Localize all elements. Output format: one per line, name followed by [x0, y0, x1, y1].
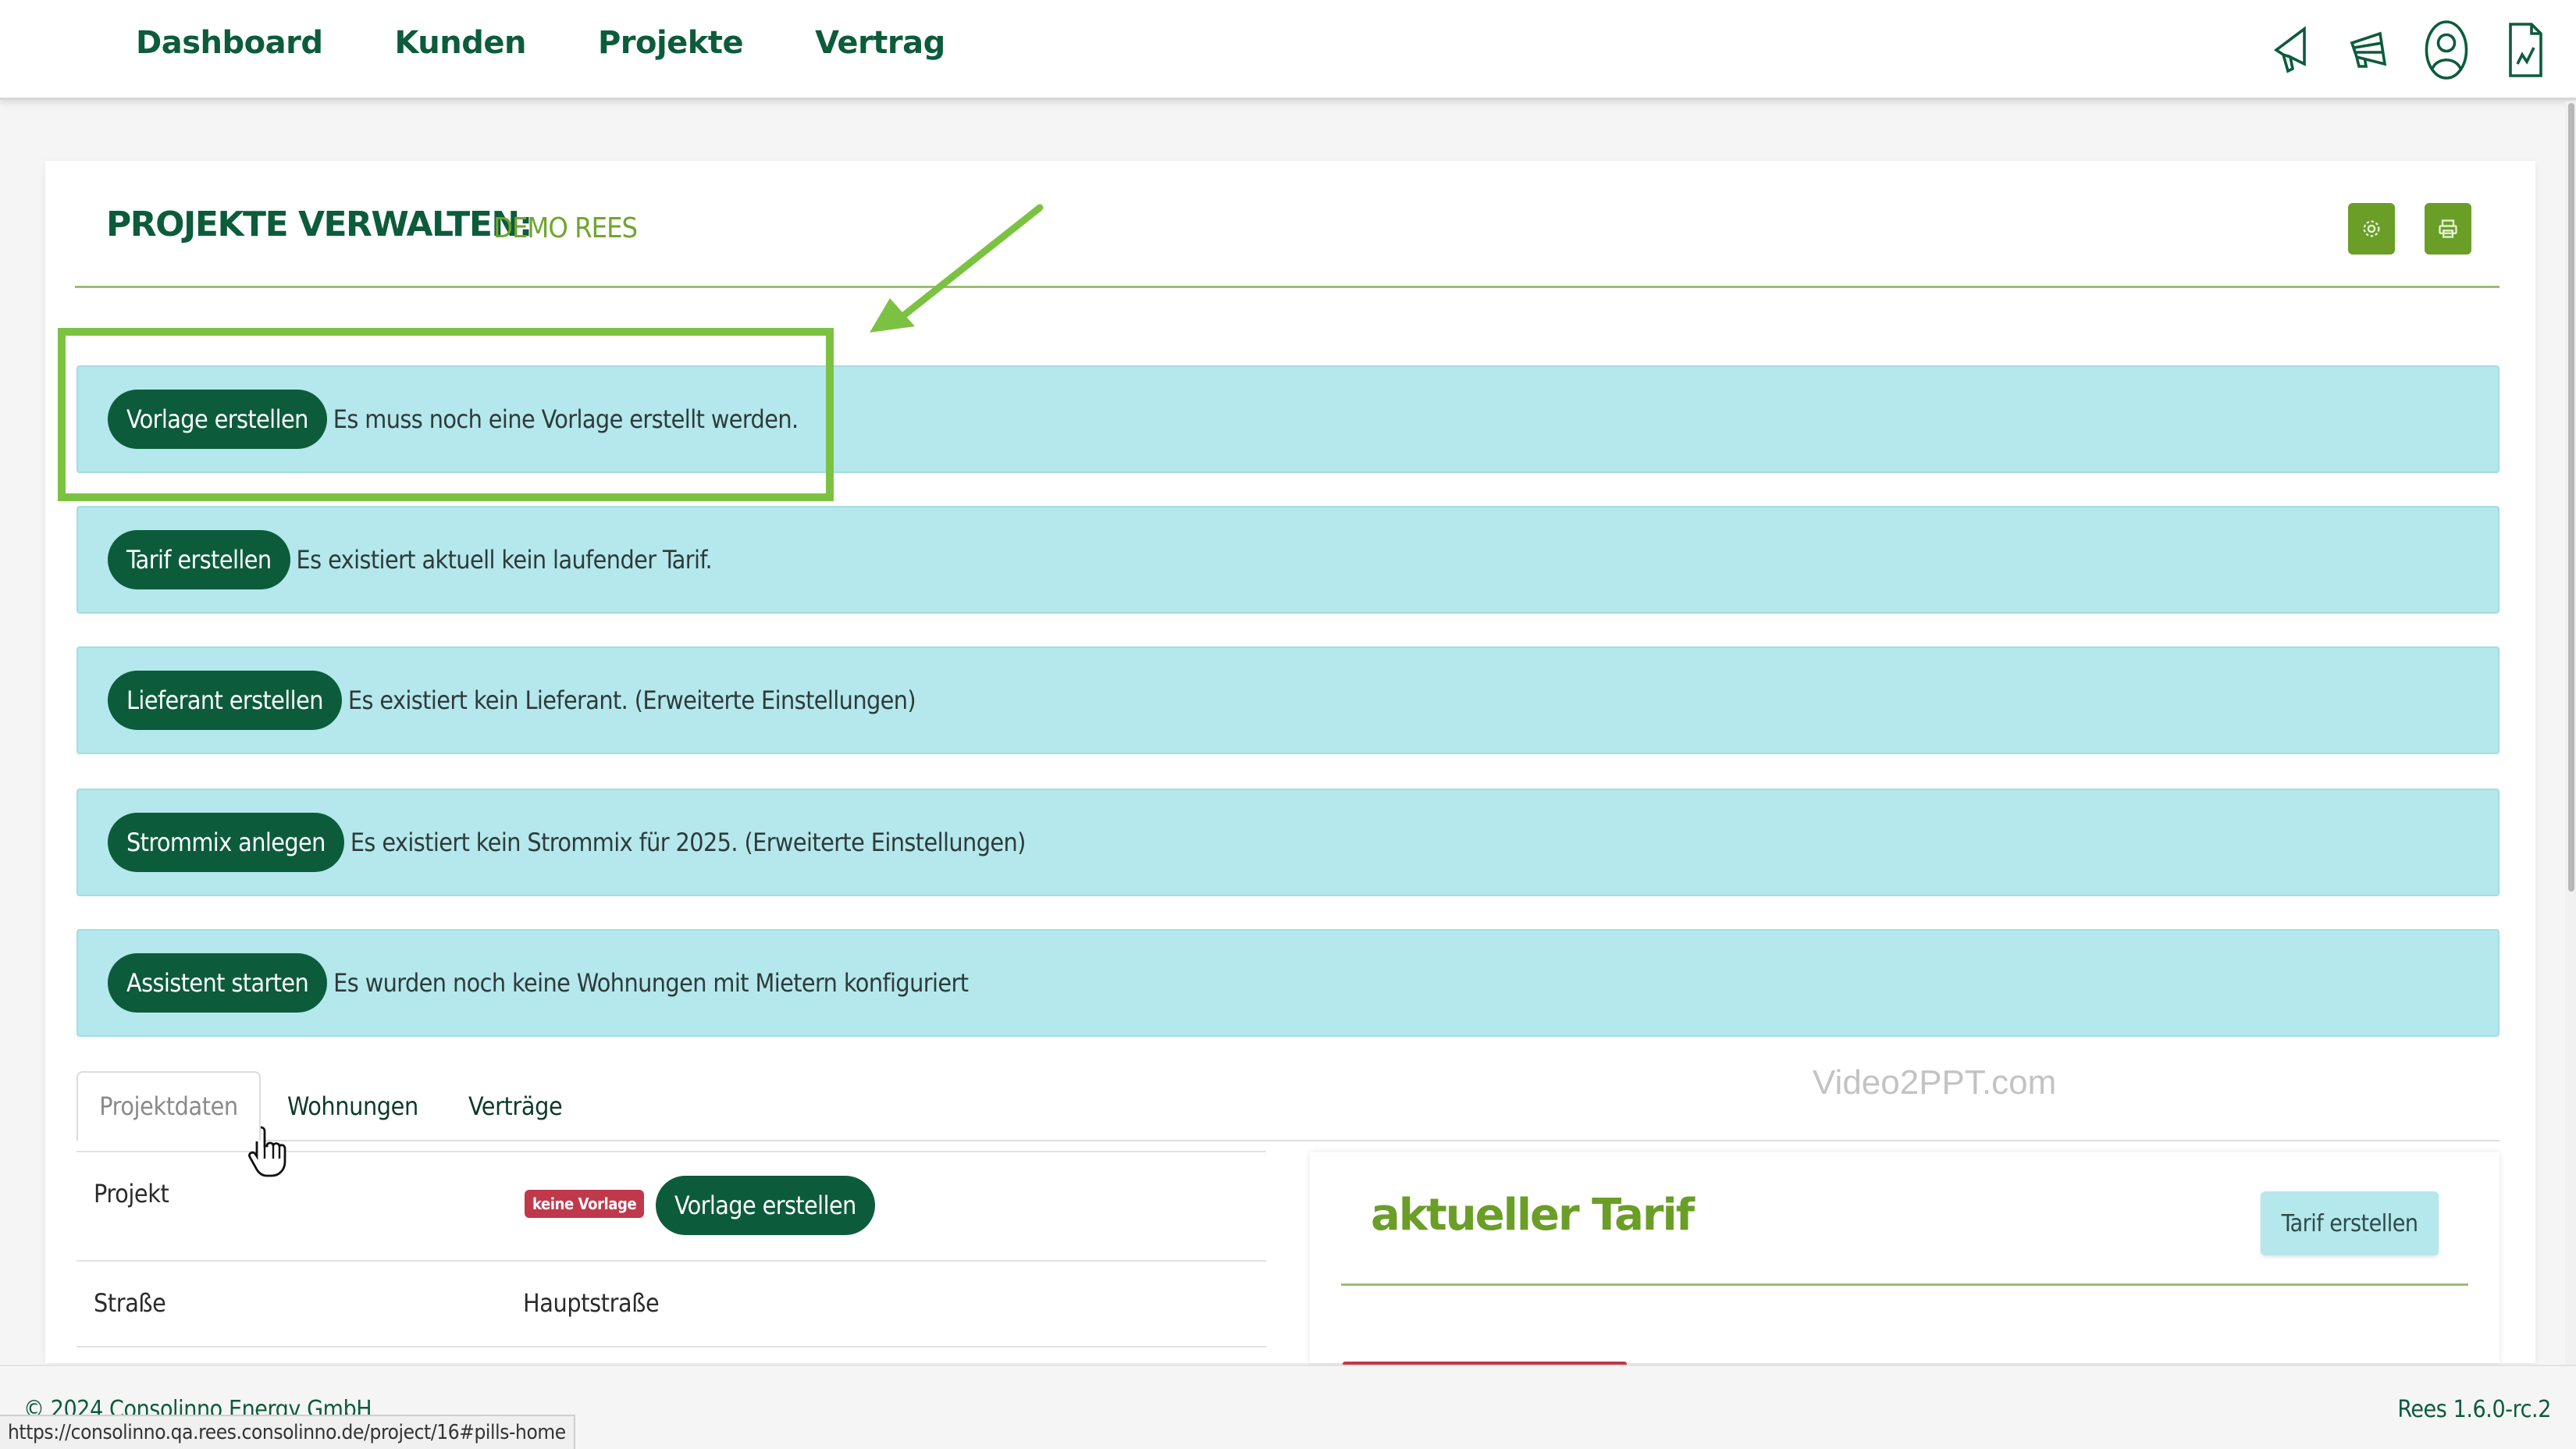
tab-projektdaten[interactable]: Projektdaten	[76, 1071, 261, 1141]
create-powermix-button[interactable]: Strommix anlegen	[108, 813, 344, 872]
alert-vorlage: Vorlage erstellen Es muss noch eine Vorl…	[76, 365, 2500, 473]
nav-projekte[interactable]: Projekte	[598, 25, 744, 61]
settings-button[interactable]	[2348, 203, 2395, 255]
document-icon[interactable]	[2501, 17, 2548, 83]
scrollbar-thumb[interactable]	[2568, 103, 2574, 892]
print-icon	[2439, 219, 2457, 238]
alert-lieferant: Lieferant erstellen Es existiert kein Li…	[76, 646, 2500, 754]
watermark: Video2PPT.com	[1813, 1063, 2057, 1102]
no-template-badge: keine Vorlage	[525, 1190, 645, 1218]
create-template-button-inline[interactable]: Vorlage erstellen	[656, 1176, 875, 1235]
create-supplier-button[interactable]: Lieferant erstellen	[108, 671, 342, 730]
main-nav: Dashboard Kunden Projekte Vertrag	[136, 25, 945, 61]
tariff-title: aktueller Tarif	[1371, 1190, 1695, 1241]
tab-wohnungen[interactable]: Wohnungen	[287, 1071, 418, 1141]
broadcast-icon[interactable]	[2345, 17, 2392, 83]
alert-strommix: Strommix anlegen Es existiert kein Strom…	[76, 789, 2500, 896]
create-tariff-button[interactable]: Tarif erstellen	[108, 530, 290, 589]
megaphone-icon[interactable]	[2267, 17, 2314, 83]
alert-assistent: Assistent starten Es wurden noch keine W…	[76, 929, 2500, 1037]
field-label-projekt: Projekt	[94, 1179, 169, 1209]
row-divider	[76, 1260, 1266, 1262]
tabs-divider	[76, 1140, 2500, 1141]
status-bar-url: https://consolinno.qa.rees.consolinno.de…	[0, 1415, 575, 1449]
field-label-strasse: Straße	[94, 1288, 166, 1318]
nav-vertrag[interactable]: Vertrag	[815, 25, 945, 61]
alert-text: Es muss noch eine Vorlage erstellt werde…	[333, 404, 799, 434]
create-template-button[interactable]: Vorlage erstellen	[108, 390, 327, 449]
user-icon[interactable]	[2423, 17, 2470, 83]
top-navbar: Dashboard Kunden Projekte Vertrag	[0, 0, 2576, 100]
tariff-divider	[1341, 1283, 2468, 1286]
version-label: Rees 1.6.0-rc.2	[2397, 1396, 2551, 1423]
settings-icon	[2363, 220, 2380, 237]
alert-text: Es existiert kein Lieferant. (Erweiterte…	[347, 685, 916, 715]
annotation-arrow	[870, 204, 1044, 333]
title-divider	[75, 286, 2500, 288]
alert-text: Es existiert kein Strommix für 2025. (Er…	[350, 828, 1026, 857]
print-button[interactable]	[2425, 203, 2471, 255]
alert-text: Es wurden noch keine Wohnungen mit Miete…	[333, 968, 969, 998]
tab-vertraege[interactable]: Verträge	[468, 1071, 563, 1141]
field-value-strasse: Hauptstraße	[523, 1288, 660, 1318]
start-assistant-button[interactable]: Assistent starten	[108, 953, 328, 1013]
row-divider	[76, 1346, 1266, 1348]
create-tariff-panel-button[interactable]: Tarif erstellen	[2261, 1191, 2439, 1255]
tariff-panel	[1310, 1152, 2500, 1363]
nav-dashboard[interactable]: Dashboard	[136, 25, 323, 61]
alert-tarif: Tarif erstellen Es existiert aktuell kei…	[76, 506, 2500, 614]
nav-kunden[interactable]: Kunden	[394, 25, 526, 61]
page-title: PROJEKTE VERWALTEN:	[106, 205, 532, 244]
alert-text: Es existiert aktuell kein laufender Tari…	[296, 545, 713, 575]
project-name: DEMO REES	[493, 212, 638, 244]
top-icon-group	[2267, 17, 2548, 83]
